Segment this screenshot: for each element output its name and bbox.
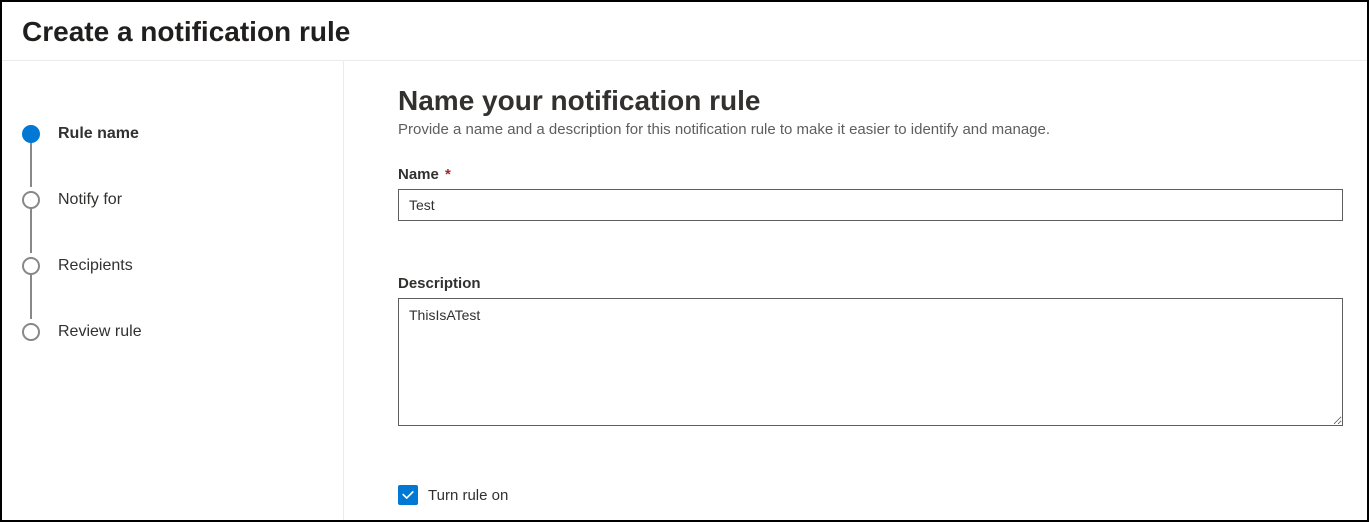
turn-rule-on-row: Turn rule on bbox=[398, 485, 1343, 505]
step-label: Notify for bbox=[58, 191, 122, 209]
step-marker-icon bbox=[22, 191, 40, 209]
main-panel: Name your notification rule Provide a na… bbox=[344, 61, 1367, 522]
section-subtitle: Provide a name and a description for thi… bbox=[398, 121, 1343, 138]
step-label: Rule name bbox=[58, 125, 139, 143]
step-label: Recipients bbox=[58, 257, 133, 275]
step-recipients[interactable]: Recipients bbox=[22, 233, 323, 299]
step-label: Review rule bbox=[58, 323, 142, 341]
required-asterisk: * bbox=[445, 166, 451, 183]
check-icon bbox=[401, 488, 415, 502]
description-label: Description bbox=[398, 275, 1343, 292]
step-rule-name[interactable]: Rule name bbox=[22, 101, 323, 167]
page-title: Create a notification rule bbox=[22, 16, 1347, 48]
name-label-text: Name bbox=[398, 166, 439, 183]
description-input[interactable] bbox=[398, 298, 1343, 426]
name-label: Name * bbox=[398, 166, 1343, 183]
turn-rule-on-checkbox[interactable] bbox=[398, 485, 418, 505]
step-marker-icon bbox=[22, 257, 40, 275]
name-input[interactable] bbox=[398, 189, 1343, 221]
step-marker-icon bbox=[22, 323, 40, 341]
wizard-steps-sidebar: Rule name Notify for Recipients Review r… bbox=[2, 61, 344, 522]
step-marker-active-icon bbox=[22, 125, 40, 143]
section-heading: Name your notification rule bbox=[398, 85, 1343, 117]
page-header: Create a notification rule bbox=[2, 2, 1367, 61]
step-review-rule[interactable]: Review rule bbox=[22, 299, 323, 365]
description-field-block: Description bbox=[398, 275, 1343, 431]
turn-rule-on-label: Turn rule on bbox=[428, 487, 508, 504]
step-notify-for[interactable]: Notify for bbox=[22, 167, 323, 233]
name-field-block: Name * bbox=[398, 166, 1343, 221]
